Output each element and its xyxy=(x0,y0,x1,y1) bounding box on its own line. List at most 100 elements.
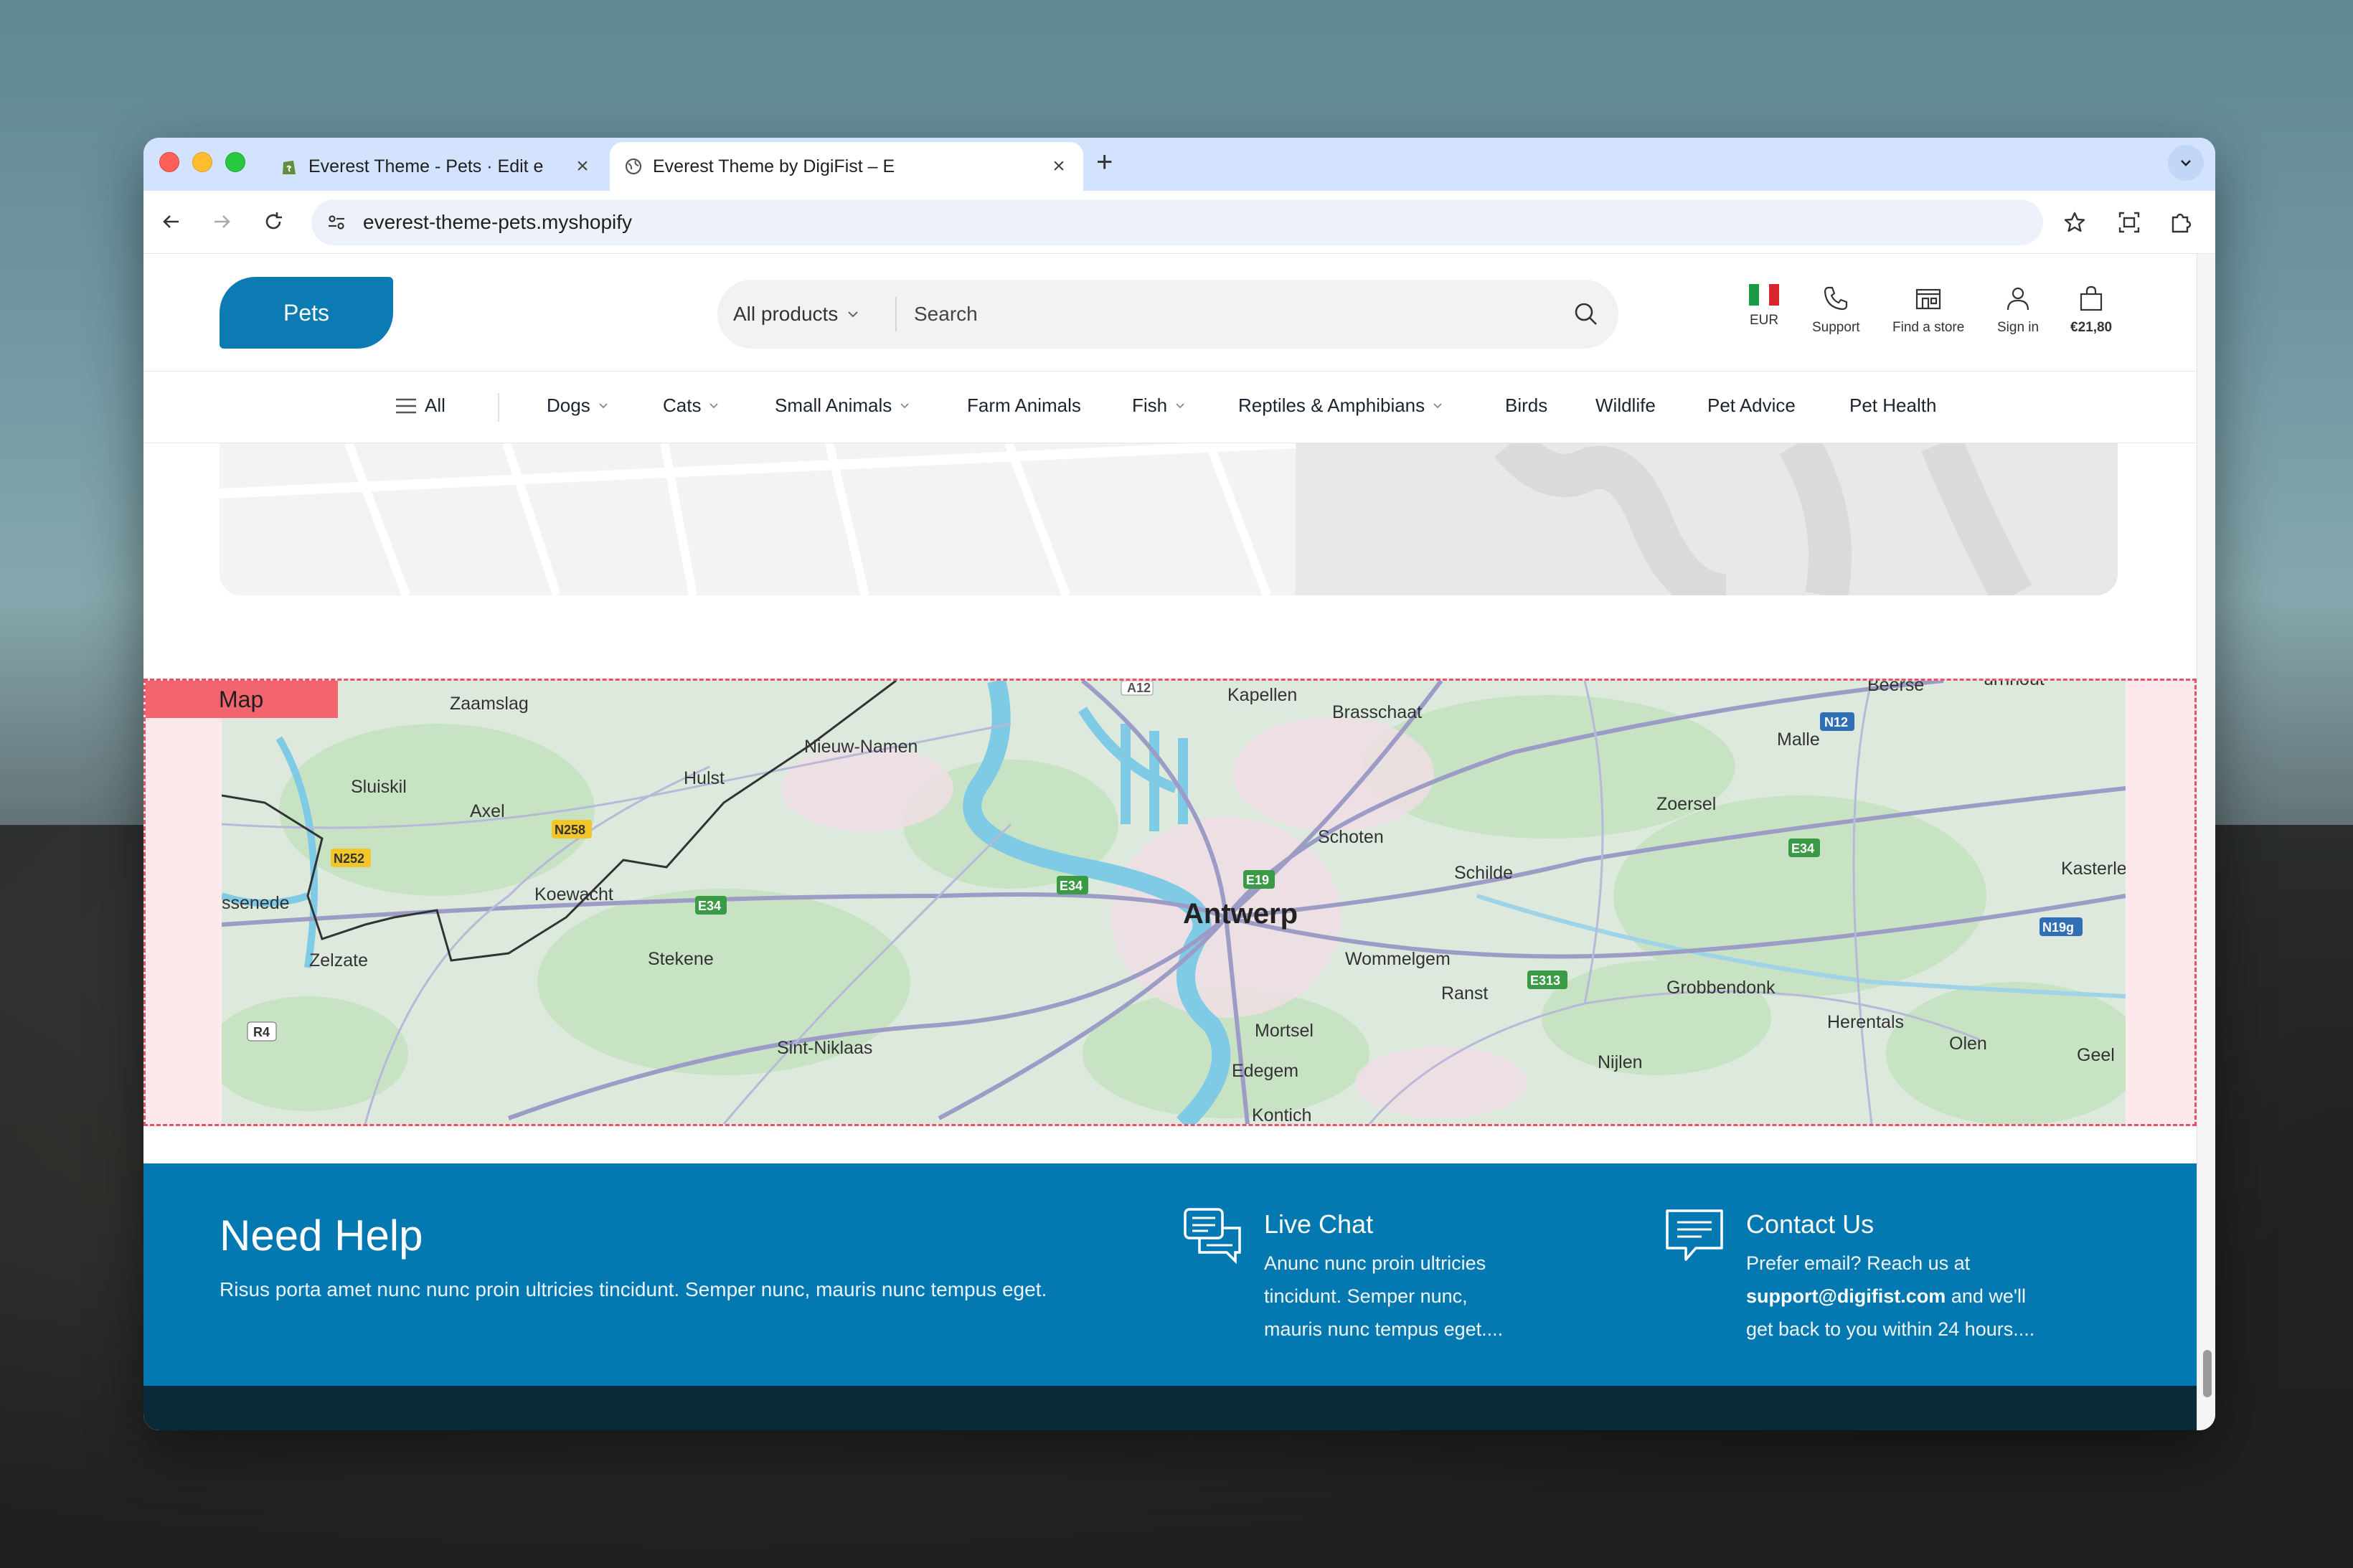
nav-pet-health[interactable]: Pet Health xyxy=(1849,395,1936,417)
svg-text:Kapellen: Kapellen xyxy=(1227,685,1297,705)
screenshot-button[interactable] xyxy=(2112,205,2146,240)
message-icon[interactable] xyxy=(1664,1206,1725,1267)
svg-text:Brasschaat: Brasschaat xyxy=(1332,702,1422,722)
sign-in-label: Sign in xyxy=(1997,320,2040,335)
svg-text:R4: R4 xyxy=(253,1025,270,1039)
live-chat-line: tincidunt. Semper nunc, xyxy=(1264,1285,1468,1307)
svg-text:Schilde: Schilde xyxy=(1454,863,1513,883)
search-button[interactable] xyxy=(1554,300,1618,329)
page-scrollbar[interactable] xyxy=(2197,254,2215,1430)
contact-email-link[interactable]: support@digifist.com xyxy=(1746,1285,1946,1307)
scrollbar-thumb[interactable] xyxy=(2203,1350,2212,1397)
nav-label: Pet Advice xyxy=(1707,395,1796,416)
svg-text:N19g: N19g xyxy=(2042,920,2074,935)
svg-text:N258: N258 xyxy=(555,823,585,837)
new-tab-button[interactable]: + xyxy=(1096,146,1113,179)
map-section: A12 N12 N258 N252 E34 E34 E34 E19 E313 N… xyxy=(143,679,2197,1126)
tab-everest-digifist[interactable]: Everest Theme by DigiFist – E × xyxy=(610,142,1083,191)
nav-birds[interactable]: Birds xyxy=(1505,395,1547,417)
svg-text:E34: E34 xyxy=(1791,841,1814,856)
star-icon xyxy=(2064,212,2085,232)
map-graphic: A12 N12 N258 N252 E34 E34 E34 E19 E313 N… xyxy=(222,681,2126,1124)
web-page: Pets All products Search EUR Support Fin… xyxy=(143,254,2197,1430)
svg-text:N252: N252 xyxy=(334,851,364,866)
nav-farm-animals[interactable]: Farm Animals xyxy=(967,395,1081,417)
live-chat-title: Live Chat xyxy=(1264,1209,1374,1239)
nav-dogs[interactable]: Dogs xyxy=(547,395,609,417)
svg-text:Axel: Axel xyxy=(470,801,505,821)
svg-text:Sluiskil: Sluiskil xyxy=(351,777,407,797)
svg-text:Zaamslag: Zaamslag xyxy=(450,694,529,714)
svg-text:E34: E34 xyxy=(698,899,721,913)
close-tab-icon[interactable]: × xyxy=(572,154,593,179)
tab-search-button[interactable] xyxy=(2168,145,2204,181)
forward-button[interactable] xyxy=(204,204,240,240)
find-store-label: Find a store xyxy=(1892,320,1965,335)
back-button[interactable] xyxy=(154,204,189,240)
category-label: All products xyxy=(733,303,839,325)
nav-label: Reptiles & Amphibians xyxy=(1238,395,1425,416)
minimize-window-button[interactable] xyxy=(192,152,212,172)
cart-link[interactable]: €21,80 xyxy=(2070,284,2112,336)
globe-icon xyxy=(625,158,642,175)
svg-text:Hulst: Hulst xyxy=(684,768,725,788)
svg-text:urnhout: urnhout xyxy=(1984,681,2045,689)
street-pattern-graphic xyxy=(220,443,2118,595)
divider xyxy=(498,393,499,422)
sign-in-link[interactable]: Sign in xyxy=(1997,284,2039,336)
nav-cats[interactable]: Cats xyxy=(663,395,720,417)
map-view[interactable]: A12 N12 N258 N252 E34 E34 E34 E19 E313 N… xyxy=(222,681,2126,1124)
map-section-tag: Map xyxy=(146,681,338,718)
tab-title: Everest Theme by DigiFist – E xyxy=(653,156,895,176)
nav-label: Cats xyxy=(663,395,702,416)
nav-fish[interactable]: Fish xyxy=(1132,395,1186,417)
find-store-link[interactable]: Find a store xyxy=(1892,284,1964,336)
close-tab-icon[interactable]: × xyxy=(1049,154,1069,179)
contact-icon-wrap xyxy=(1664,1206,1725,1270)
svg-text:Malle: Malle xyxy=(1777,729,1820,750)
svg-text:Beerse: Beerse xyxy=(1867,681,1924,695)
contact-line: Prefer email? Reach us at xyxy=(1746,1252,1971,1274)
nav-reptiles-amphibians[interactable]: Reptiles & Amphibians xyxy=(1238,395,1443,417)
support-link[interactable]: Support xyxy=(1812,284,1860,336)
chat-bubbles-icon[interactable] xyxy=(1182,1206,1242,1267)
nav-pet-advice[interactable]: Pet Advice xyxy=(1707,395,1796,417)
reload-icon xyxy=(265,212,282,230)
currency-selector[interactable]: EUR xyxy=(1749,284,1779,329)
svg-text:ssenede: ssenede xyxy=(222,893,290,913)
svg-text:Antwerp: Antwerp xyxy=(1183,898,1298,930)
nav-all[interactable]: All xyxy=(395,395,445,417)
svg-text:Nijlen: Nijlen xyxy=(1598,1052,1643,1072)
address-bar[interactable]: everest-theme-pets.myshopify xyxy=(311,199,2043,245)
svg-text:Koewacht: Koewacht xyxy=(534,884,613,905)
svg-text:Kontich: Kontich xyxy=(1252,1105,1311,1124)
screenshot-icon xyxy=(2118,212,2140,233)
nav-label: Wildlife xyxy=(1595,395,1656,416)
previous-section-image xyxy=(220,443,2118,595)
bookmark-button[interactable] xyxy=(2057,205,2092,240)
site-logo[interactable]: Pets xyxy=(220,277,393,349)
hamburger-icon xyxy=(396,398,416,413)
contact-block[interactable]: Contact Us Prefer email? Reach us at sup… xyxy=(1746,1209,2034,1346)
svg-text:Olen: Olen xyxy=(1949,1034,1987,1054)
category-select[interactable]: All products xyxy=(717,303,895,326)
footer-strip xyxy=(143,1386,2197,1430)
category-nav: All Dogs Cats Small Animals Farm Animals… xyxy=(143,372,2197,443)
reload-button[interactable] xyxy=(255,204,291,240)
help-text: Risus porta amet nunc nunc proin ultrici… xyxy=(220,1278,1047,1300)
live-chat-block[interactable]: Live Chat Anunc nunc proin ultricies tin… xyxy=(1264,1209,1503,1346)
svg-text:Zelzate: Zelzate xyxy=(309,950,368,970)
extensions-button[interactable] xyxy=(2164,205,2198,240)
zoom-window-button[interactable] xyxy=(225,152,245,172)
search-input[interactable]: Search xyxy=(897,303,1554,326)
shopify-icon xyxy=(283,161,296,174)
nav-small-animals[interactable]: Small Animals xyxy=(775,395,910,417)
svg-text:Nieuw-Namen: Nieuw-Namen xyxy=(804,737,918,757)
site-settings-icon[interactable] xyxy=(326,212,347,233)
nav-wildlife[interactable]: Wildlife xyxy=(1595,395,1656,417)
tab-everest-edit[interactable]: Everest Theme - Pets · Edit e × xyxy=(265,142,607,191)
svg-text:Wommelgem: Wommelgem xyxy=(1345,949,1451,969)
close-window-button[interactable] xyxy=(159,152,179,172)
svg-text:Edegem: Edegem xyxy=(1232,1061,1298,1081)
puzzle-icon xyxy=(2172,213,2192,233)
